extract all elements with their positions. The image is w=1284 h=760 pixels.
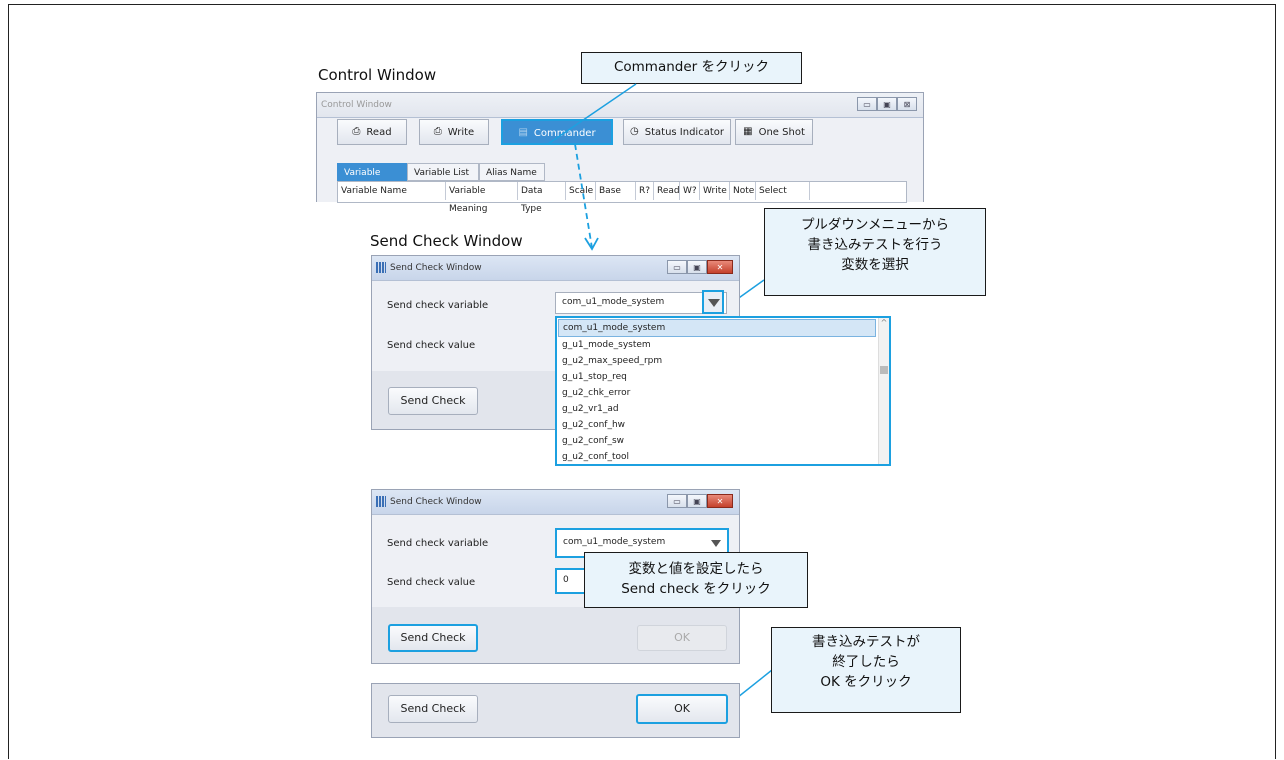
chevron-down-icon	[711, 540, 721, 547]
send-check-titlebar: Send Check Window ▭ ▣ ✕	[372, 256, 739, 281]
callout-set-value: 変数と値を設定したら Send check をクリック	[584, 552, 808, 608]
send-check-value-label: Send check value	[387, 340, 476, 351]
close-icon[interactable]: ✕	[707, 260, 733, 274]
callout-commander: Commander をクリック	[581, 52, 802, 84]
col-scale[interactable]: Scale	[566, 182, 596, 200]
dropdown-option[interactable]: g_u2_conf_hw	[558, 417, 888, 433]
caption-send-check-window: Send Check Window	[370, 232, 523, 250]
scroll-thumb[interactable]	[880, 366, 888, 374]
dropdown-option[interactable]: g_u2_vr1_ad	[558, 401, 888, 417]
commander-icon: ▤	[518, 127, 528, 138]
write-button[interactable]: ⎙ Write	[419, 119, 489, 145]
col-note[interactable]: Note	[730, 182, 756, 200]
close-icon[interactable]: ⊠	[897, 97, 917, 111]
ok-button[interactable]: OK	[636, 694, 728, 724]
window-title: Send Check Window	[390, 263, 482, 273]
grid-icon: ▦	[743, 126, 753, 137]
send-check-window-3: Send Check OK	[371, 683, 740, 738]
send-check-value-label: Send check value	[387, 577, 476, 588]
col-base[interactable]: Base	[596, 182, 636, 200]
control-window-titlebar: Control Window ▭ ▣ ⊠	[317, 93, 923, 118]
callout-ok: 書き込みテストが 終了したら OK をクリック	[771, 627, 961, 713]
minimize-icon[interactable]: ▭	[667, 260, 687, 274]
maximize-icon[interactable]: ▣	[687, 494, 707, 508]
window-controls: ▭ ▣ ✕	[667, 494, 733, 508]
dropdown-option[interactable]: g_u1_mode_system	[558, 337, 888, 353]
dropdown-items: com_u1_mode_system g_u1_mode_system g_u2_m…	[558, 319, 888, 465]
dropdown-scrollbar[interactable]: ^	[878, 318, 889, 464]
dropdown-option[interactable]: g_u2_conf_tool	[558, 449, 888, 465]
send-check-button[interactable]: Send Check	[388, 387, 478, 415]
window-title: Send Check Window	[390, 497, 482, 507]
send-check-button[interactable]: Send Check	[388, 695, 478, 723]
dropdown-option[interactable]: g_u2_conf_sw	[558, 433, 888, 449]
scroll-up-icon[interactable]: ^	[879, 318, 889, 327]
dropdown-arrow-button[interactable]	[702, 290, 724, 314]
read-icon: ⎙	[352, 126, 361, 137]
col-write[interactable]: Write	[700, 182, 730, 200]
read-button[interactable]: ⎙ Read	[337, 119, 407, 145]
dropdown-option[interactable]: com_u1_mode_system	[558, 319, 876, 337]
callout-pulldown: プルダウンメニューから 書き込みテストを行う 変数を選択	[764, 208, 986, 296]
minimize-icon[interactable]: ▭	[857, 97, 877, 111]
col-w[interactable]: W?	[680, 182, 700, 200]
app-icon	[376, 262, 386, 273]
tab-alias-name[interactable]: Alias Name	[479, 163, 545, 181]
close-icon[interactable]: ✕	[707, 494, 733, 508]
col-variable-meaning[interactable]: Variable Meaning	[446, 182, 518, 214]
dropdown-option[interactable]: g_u2_chk_error	[558, 385, 888, 401]
dropdown-option[interactable]: g_u1_stop_req	[558, 369, 888, 385]
maximize-icon[interactable]: ▣	[687, 260, 707, 274]
col-variable-name[interactable]: Variable Name	[338, 182, 446, 200]
status-indicator-button[interactable]: ◷ Status Indicator	[623, 119, 731, 145]
control-window: Control Window ▭ ▣ ⊠ ⎙ Read ⎙ Write ▤ Comma…	[316, 92, 924, 214]
col-data-type[interactable]: Data Type	[518, 182, 566, 214]
minimize-icon[interactable]: ▭	[667, 494, 687, 508]
chevron-down-icon	[708, 299, 720, 307]
write-icon: ⎙	[433, 126, 442, 137]
caption-control-window: Control Window	[318, 66, 437, 84]
maximize-icon[interactable]: ▣	[877, 97, 897, 111]
send-check-titlebar: Send Check Window ▭ ▣ ✕	[372, 490, 739, 515]
window-title: Control Window	[321, 100, 392, 110]
window-controls: ▭ ▣ ⊠	[857, 97, 917, 111]
ok-button[interactable]: OK	[637, 625, 727, 651]
col-r[interactable]: R?	[636, 182, 654, 200]
variable-dropdown-list[interactable]: com_u1_mode_system g_u1_mode_system g_u2_m…	[555, 316, 891, 466]
send-check-variable-label: Send check variable	[387, 538, 489, 549]
send-check-button[interactable]: Send Check	[388, 624, 478, 652]
send-check-variable-label: Send check variable	[387, 300, 489, 311]
commander-button[interactable]: ▤ Commander	[501, 119, 613, 145]
col-select[interactable]: Select	[756, 182, 810, 200]
col-read[interactable]: Read	[654, 182, 680, 200]
variable-table: Variable Name Variable Meaning Data Type…	[337, 181, 907, 214]
tab-variable-data[interactable]: Variable Data	[337, 163, 407, 196]
window-controls: ▭ ▣ ✕	[667, 260, 733, 274]
tab-variable-list[interactable]: Variable List	[407, 163, 479, 181]
app-icon	[376, 496, 386, 507]
one-shot-button[interactable]: ▦ One Shot	[735, 119, 813, 145]
clock-icon: ◷	[630, 126, 639, 137]
dropdown-option[interactable]: g_u2_max_speed_rpm	[558, 353, 888, 369]
